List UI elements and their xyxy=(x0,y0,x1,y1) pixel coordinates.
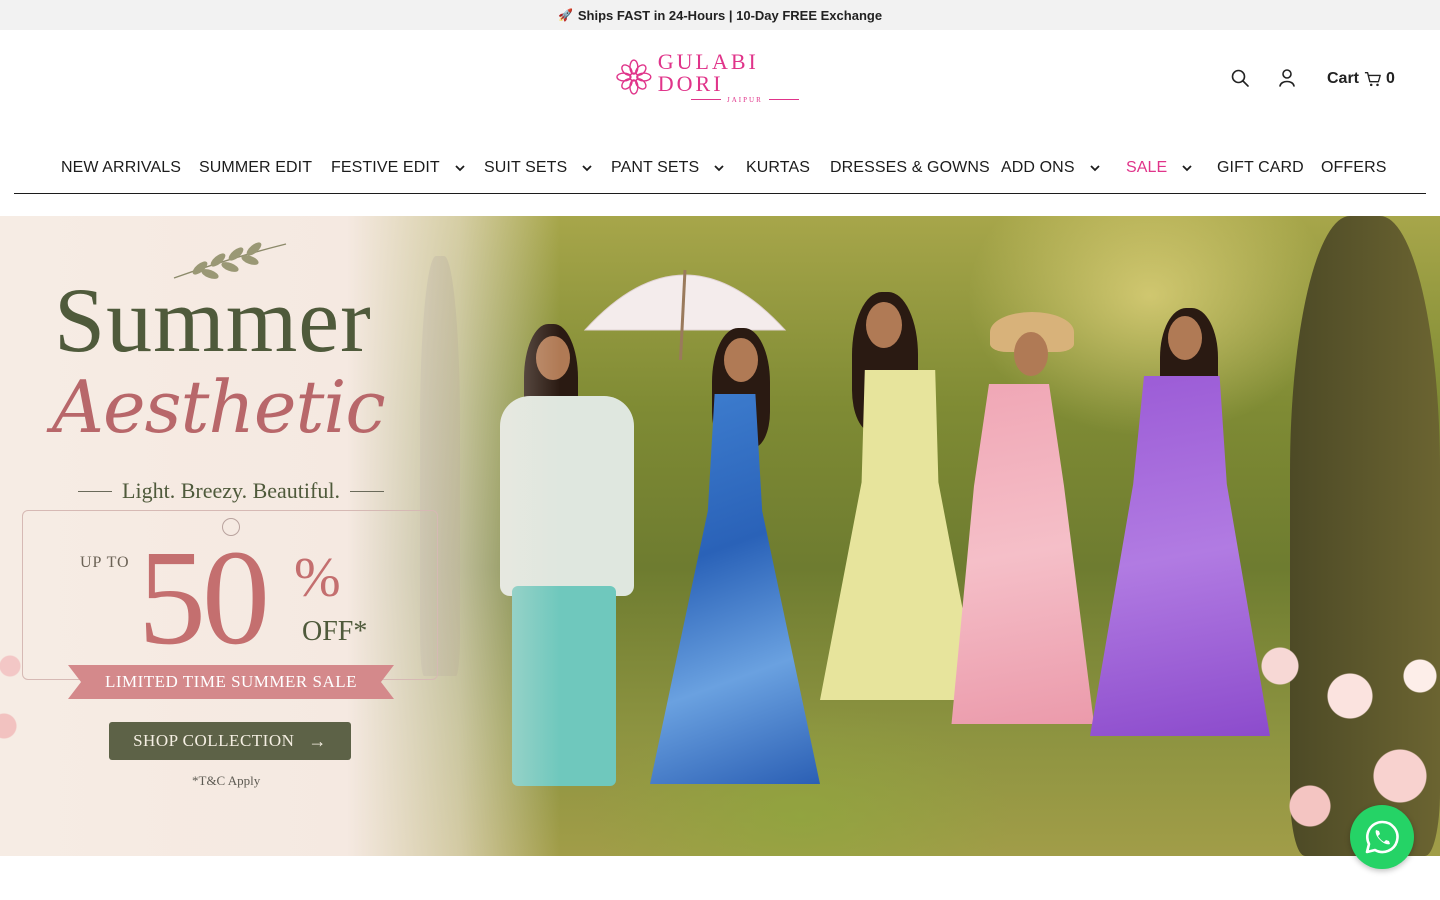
nav-item-gift-card[interactable]: GIFT CARD xyxy=(1217,156,1304,180)
account-icon[interactable] xyxy=(1277,68,1297,88)
terms-note: *T&C Apply xyxy=(192,773,261,788)
lotus-logo-icon xyxy=(616,59,652,95)
whatsapp-button[interactable] xyxy=(1350,805,1414,869)
chevron-down-icon xyxy=(714,165,724,172)
brand-logo[interactable]: GULABI DORI JAIPUR xyxy=(616,50,832,104)
announcement-bar: 🚀 Ships FAST in 24-Hours | 10-Day FREE E… xyxy=(0,0,1440,30)
whatsapp-icon xyxy=(1365,820,1399,854)
nav-item-pant-sets[interactable]: PANT SETS xyxy=(611,156,725,180)
chevron-down-icon xyxy=(1182,165,1192,172)
cart-icon xyxy=(1364,72,1381,87)
nav-item-offers[interactable]: OFFERS xyxy=(1321,156,1387,180)
offer-percent: % xyxy=(294,547,341,609)
sale-ribbon: LIMITED TIME SUMMER SALE xyxy=(68,665,394,699)
main-navigation: NEW ARRIVALS SUMMER EDIT FESTIVE EDIT SU… xyxy=(14,148,1426,194)
hero-title: Summer xyxy=(54,269,372,371)
hero-subtitle: Aesthetic xyxy=(52,365,386,449)
nav-item-summer-edit[interactable]: SUMMER EDIT xyxy=(199,156,312,180)
nav-item-add-ons[interactable]: ADD ONS xyxy=(1001,156,1101,180)
chevron-down-icon xyxy=(455,165,465,172)
logo-place: JAIPUR xyxy=(727,95,763,104)
search-icon[interactable] xyxy=(1230,68,1250,88)
cart-button[interactable]: Cart 0 xyxy=(1327,70,1395,88)
offer-discount: 50 xyxy=(138,523,270,673)
chevron-down-icon xyxy=(582,165,592,172)
hero-tagline: Light. Breezy. Beautiful. xyxy=(64,478,398,504)
nav-item-sale[interactable]: SALE xyxy=(1126,156,1193,180)
shop-collection-button[interactable]: SHOP COLLECTION → xyxy=(109,722,351,760)
offer-upto: UP TO xyxy=(80,554,130,571)
cart-label: Cart xyxy=(1327,70,1360,87)
nav-item-kurtas[interactable]: KURTAS xyxy=(746,156,810,180)
chevron-down-icon xyxy=(1089,165,1100,172)
cart-count: 0 xyxy=(1386,70,1395,87)
nav-item-suit-sets[interactable]: SUIT SETS xyxy=(484,156,593,180)
rocket-icon: 🚀 xyxy=(557,8,573,22)
site-header: GULABI DORI JAIPUR Cart 0 xyxy=(0,30,1440,130)
nav-item-festive-edit[interactable]: FESTIVE EDIT xyxy=(331,156,466,180)
offer-off: OFF* xyxy=(302,616,368,647)
logo-name: GULABI DORI xyxy=(657,48,759,96)
arrow-right-icon: → xyxy=(308,730,327,751)
announcement-text: Ships FAST in 24-Hours | 10-Day FREE Exc… xyxy=(577,7,883,23)
nav-item-new-arrivals[interactable]: NEW ARRIVALS xyxy=(61,156,181,180)
nav-item-dresses-gowns[interactable]: DRESSES & GOWNS xyxy=(830,156,990,180)
